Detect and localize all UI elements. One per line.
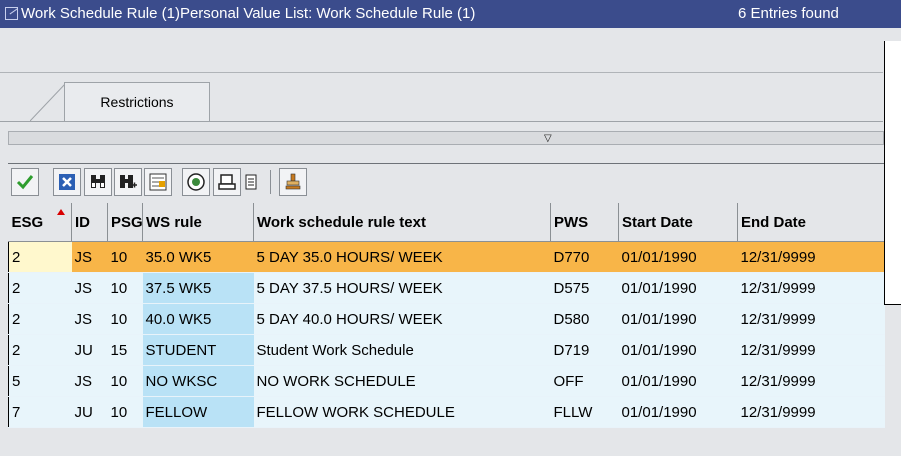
table-row[interactable]: 2 JU 15 STUDENT Student Work Schedule D7… xyxy=(8,334,885,366)
table-row[interactable]: 2 JS 10 35.0 WK5 5 DAY 35.0 HOURS/ WEEK … xyxy=(8,241,885,273)
cell-esg: 2 xyxy=(8,303,72,335)
personal-list-button[interactable] xyxy=(279,168,307,196)
cell-end-date: 12/31/9999 xyxy=(737,334,885,366)
entries-found-count: 6 Entries found xyxy=(738,5,839,22)
window-title: Work Schedule Rule (1)Personal Value Lis… xyxy=(21,5,476,22)
cell-ws-rule: FELLOW xyxy=(142,396,254,428)
cell-ws-rule: STUDENT xyxy=(142,334,254,366)
restrictions-collapse-bar[interactable]: ▽ xyxy=(8,131,884,145)
cell-esg: 7 xyxy=(8,396,72,428)
window-icon xyxy=(5,7,18,20)
cell-rule-text: NO WORK SCHEDULE xyxy=(253,365,551,397)
cell-id: JU xyxy=(71,334,108,366)
sort-icon xyxy=(149,173,167,191)
cell-start-date: 01/01/1990 xyxy=(618,396,738,428)
cell-pws: D770 xyxy=(550,241,619,273)
sort-button[interactable] xyxy=(144,168,172,196)
document-icon xyxy=(245,174,257,190)
table-header-row: ESG ID PSG WS rule Work schedule rule te… xyxy=(8,203,885,242)
find-button[interactable] xyxy=(84,168,112,196)
cell-ws-rule: 37.5 WK5 xyxy=(142,272,254,304)
cell-end-date: 12/31/9999 xyxy=(737,303,885,335)
cell-pws: D719 xyxy=(550,334,619,366)
column-header-start-date[interactable]: Start Date xyxy=(618,203,738,242)
cell-ws-rule: NO WKSC xyxy=(142,365,254,397)
cell-start-date: 01/01/1990 xyxy=(618,272,738,304)
cell-ws-rule: 35.0 WK5 xyxy=(142,241,254,273)
cell-id: JS xyxy=(71,365,108,397)
tab-strip-top-rule xyxy=(0,72,883,73)
table-row[interactable]: 5 JS 10 NO WKSC NO WORK SCHEDULE OFF 01/… xyxy=(8,365,885,397)
column-header-esg[interactable]: ESG xyxy=(8,203,72,242)
checkmark-icon xyxy=(16,175,34,190)
cell-pws: OFF xyxy=(550,365,619,397)
find-icon xyxy=(91,175,105,188)
cancel-button[interactable] xyxy=(53,168,81,196)
cell-psg: 15 xyxy=(107,334,143,366)
cell-pws: D575 xyxy=(550,272,619,304)
print-icon xyxy=(218,174,236,190)
continue-button[interactable] xyxy=(11,168,39,196)
cell-end-date: 12/31/9999 xyxy=(737,396,885,428)
cell-ws-rule: 40.0 WK5 xyxy=(142,303,254,335)
cell-esg: 5 xyxy=(8,365,72,397)
tab-restrictions[interactable]: Restrictions xyxy=(64,82,210,122)
cell-id: JS xyxy=(71,241,108,273)
cell-pws: FLLW xyxy=(550,396,619,428)
results-table: ESG ID PSG WS rule Work schedule rule te… xyxy=(8,203,885,428)
cell-end-date: 12/31/9999 xyxy=(737,365,885,397)
cell-esg: 2 xyxy=(8,272,72,304)
cell-psg: 10 xyxy=(107,241,143,273)
expand-restrictions-icon[interactable]: ▽ xyxy=(544,134,552,144)
cell-rule-text: Student Work Schedule xyxy=(253,334,551,366)
column-header-psg[interactable]: PSG xyxy=(107,203,143,242)
cell-id: JS xyxy=(71,303,108,335)
side-panel-edge xyxy=(884,41,901,304)
information-icon xyxy=(187,173,205,191)
cell-psg: 10 xyxy=(107,365,143,397)
toolbar-separator xyxy=(270,170,271,194)
cell-psg: 10 xyxy=(107,272,143,304)
cell-rule-text: 5 DAY 40.0 HOURS/ WEEK xyxy=(253,303,551,335)
cell-pws: D580 xyxy=(550,303,619,335)
tab-baseline xyxy=(0,121,883,122)
cell-esg: 2 xyxy=(8,334,72,366)
column-header-end-date[interactable]: End Date xyxy=(737,203,885,242)
cell-end-date: 12/31/9999 xyxy=(737,272,885,304)
column-header-rule-text[interactable]: Work schedule rule text xyxy=(253,203,551,242)
cell-start-date: 01/01/1990 xyxy=(618,303,738,335)
cell-id: JU xyxy=(71,396,108,428)
table-row[interactable]: 7 JU 10 FELLOW FELLOW WORK SCHEDULE FLLW… xyxy=(8,396,885,428)
find-next-button[interactable] xyxy=(114,168,142,196)
information-button[interactable] xyxy=(182,168,210,196)
cancel-icon xyxy=(59,174,75,190)
value-list-panel: Restrictions ▽ ESG ID PSG WS rule Work s… xyxy=(0,28,901,456)
cell-end-date: 12/31/9999 xyxy=(737,241,885,273)
cell-rule-text: 5 DAY 37.5 HOURS/ WEEK xyxy=(253,272,551,304)
cell-start-date: 01/01/1990 xyxy=(618,241,738,273)
cell-id: JS xyxy=(71,272,108,304)
table-row[interactable]: 2 JS 10 37.5 WK5 5 DAY 37.5 HOURS/ WEEK … xyxy=(8,272,885,304)
list-toolbar xyxy=(8,163,884,201)
local-file-button[interactable] xyxy=(237,168,265,196)
cell-start-date: 01/01/1990 xyxy=(618,334,738,366)
personal-list-icon xyxy=(285,173,301,190)
window-title-bar: Work Schedule Rule (1)Personal Value Lis… xyxy=(0,0,901,28)
side-panel-bottom-rule xyxy=(884,304,901,305)
find-next-icon xyxy=(120,175,137,188)
cell-rule-text: 5 DAY 35.0 HOURS/ WEEK xyxy=(253,241,551,273)
table-row[interactable]: 2 JS 10 40.0 WK5 5 DAY 40.0 HOURS/ WEEK … xyxy=(8,303,885,335)
cell-esg: 2 xyxy=(8,241,72,273)
sort-ascending-icon xyxy=(56,209,65,215)
cell-start-date: 01/01/1990 xyxy=(618,365,738,397)
cell-psg: 10 xyxy=(107,396,143,428)
column-header-id[interactable]: ID xyxy=(71,203,108,242)
column-header-ws-rule[interactable]: WS rule xyxy=(142,203,254,242)
cell-rule-text: FELLOW WORK SCHEDULE xyxy=(253,396,551,428)
cell-psg: 10 xyxy=(107,303,143,335)
column-header-pws[interactable]: PWS xyxy=(550,203,619,242)
